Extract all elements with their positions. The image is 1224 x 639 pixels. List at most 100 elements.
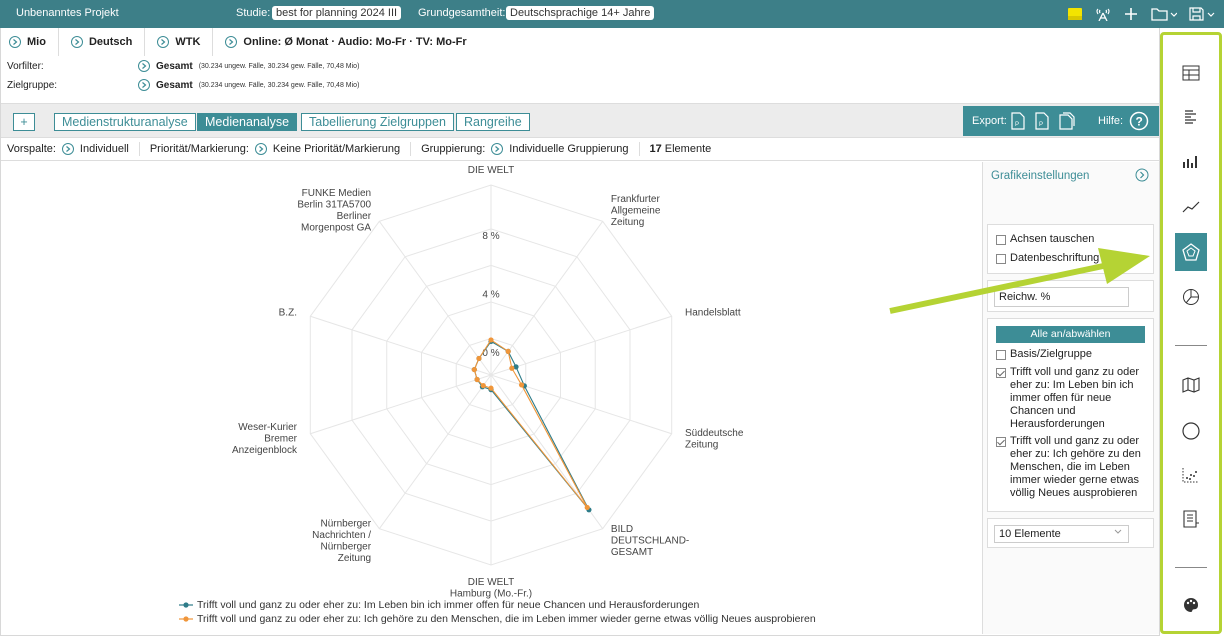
data-point [488, 385, 494, 391]
settings-row: Mio Deutsch WTK Online: Ø Monat · Audio:… [1, 28, 1159, 56]
table-icon[interactable] [1163, 53, 1219, 93]
wtk-value: WTK [175, 36, 201, 48]
axes-swap-checkbox[interactable]: Achsen tauschen [996, 233, 1145, 246]
chart-type-sidebar [1160, 32, 1222, 634]
data-labels-checkbox[interactable]: Datenbeschriftung [996, 252, 1145, 265]
broadcast-icon[interactable] [1094, 5, 1112, 23]
period-selector[interactable]: Online: Ø Monat · Audio: Mo-Fr · TV: Mo-… [213, 28, 478, 56]
plus-icon[interactable] [1122, 5, 1140, 23]
top-bar: Unbenanntes Projekt Studie: best for pla… [0, 0, 1224, 28]
chevron-right-icon [254, 143, 267, 155]
vorspalte-label: Vorspalte: [7, 143, 56, 155]
analysis-toolbar: + Medienstrukturanalyse Medienanalyse Ta… [1, 103, 1159, 137]
population-label: Grundgesamtheit: [418, 7, 506, 19]
data-point [584, 504, 590, 511]
category-label: Handelsblatt [685, 307, 741, 318]
settings-title: Grafikeinstellungen [991, 170, 1090, 182]
vorspalte-value: Individuell [79, 143, 129, 155]
vorspalte-selector[interactable]: Vorspalte: Individuell [1, 142, 140, 156]
checkbox[interactable] [996, 350, 1006, 360]
pie-chart-icon[interactable] [1163, 277, 1219, 317]
data-point [474, 376, 480, 383]
legend-item[interactable]: Trifft voll und ganz zu oder eher zu: Ic… [179, 612, 816, 626]
checkbox[interactable] [996, 235, 1006, 245]
chevron-right-icon [9, 36, 21, 48]
elements-box: 10 Elemente [987, 518, 1154, 548]
toggle-all-button[interactable]: Alle an/abwählen [996, 326, 1145, 343]
divider [1175, 345, 1207, 346]
note-icon[interactable] [1066, 5, 1084, 23]
grouping-selector[interactable]: Gruppierung: Individuelle Gruppierung [411, 142, 640, 156]
export-panel: Export: P P Hilfe: ? [963, 106, 1159, 136]
unit-selector[interactable]: Mio [1, 28, 59, 56]
checkbox[interactable] [996, 254, 1006, 264]
palette-icon[interactable] [1163, 585, 1219, 625]
tab-rangreihe[interactable]: Rangreihe [456, 113, 530, 131]
zielgruppe-row: Zielgruppe: Gesamt (30.234 ungew. Fälle, … [1, 78, 1159, 94]
series-option[interactable]: Trifft voll und ganz zu oder eher zu: Im… [996, 366, 1145, 431]
language-selector[interactable]: Deutsch [59, 28, 146, 56]
population-chip[interactable]: Deutschsprachige 14+ Jahre [506, 6, 655, 20]
elements-number: 17 [649, 143, 662, 155]
zielgruppe-label: Zielgruppe: [7, 80, 58, 91]
svg-text:P: P [1039, 122, 1043, 128]
zielgruppe-detail: (30.234 ungew. Fälle, 30.234 gew. Fälle,… [198, 81, 360, 89]
category-label: Süddeutsche Zeitung [685, 428, 744, 451]
data-point [471, 366, 477, 373]
zielgruppe-selector[interactable]: Gesamt (30.234 ungew. Fälle, 30.234 gew. … [138, 79, 359, 91]
grid-spoke [378, 220, 492, 376]
export-png-icon[interactable]: P [1011, 112, 1025, 133]
line-chart-icon[interactable] [1163, 187, 1219, 227]
svg-text:?: ? [1136, 115, 1143, 129]
bar-chart-icon[interactable] [1163, 141, 1219, 181]
category-label: DIE WELT Hamburg (Mo.-Fr.) [450, 577, 532, 600]
legend-label: Trifft voll und ganz zu oder eher zu: Ic… [197, 613, 816, 625]
data-point [505, 348, 511, 354]
circle-icon[interactable] [1163, 411, 1219, 451]
measure-select[interactable]: Reichw. % [994, 287, 1129, 307]
checkbox[interactable] [996, 368, 1006, 378]
vorfilter-selector[interactable]: Gesamt (30.234 ungew. Fälle, 30.234 gew. … [138, 60, 359, 72]
text-list-icon[interactable] [1163, 97, 1219, 137]
series-option[interactable]: Basis/Zielgruppe [996, 348, 1145, 361]
unit-value: Mio [27, 36, 46, 48]
grid-spoke [490, 374, 672, 435]
map-icon[interactable] [1163, 365, 1219, 405]
help-icon[interactable]: ? [1129, 111, 1149, 134]
elements-select[interactable]: 10 Elemente [994, 525, 1129, 543]
export-pdf-icon[interactable]: P [1035, 112, 1049, 133]
study-chip[interactable]: best for planning 2024 III [272, 6, 402, 20]
radar-chart: 0 %4 %8 %DIE WELTFrankfurter Allgemeine Ze… [232, 165, 744, 600]
chevron-right-icon [138, 60, 150, 72]
main-panel: Mio Deutsch WTK Online: Ø Monat · Audio:… [0, 28, 1160, 636]
checkbox[interactable] [996, 437, 1006, 447]
chevron-right-icon [157, 36, 170, 48]
chevron-down-icon [1114, 527, 1122, 539]
folder-icon[interactable] [1150, 5, 1178, 23]
series-option[interactable]: Trifft voll und ganz zu oder eher zu: Ic… [996, 435, 1145, 500]
chevron-right-icon [491, 143, 504, 155]
project-name[interactable]: Unbenanntes Projekt [16, 7, 119, 19]
add-button[interactable]: + [13, 113, 35, 131]
chevron-right-icon [138, 79, 150, 91]
save-icon[interactable] [1188, 5, 1216, 23]
elements-select-value: 10 Elemente [999, 528, 1061, 540]
legend-item[interactable]: Trifft voll und ganz zu oder eher zu: Im… [179, 598, 816, 612]
tab-tabellierung-zielgruppen[interactable]: Tabellierung Zielgruppen [301, 113, 454, 131]
measure-box: Reichw. % [987, 280, 1154, 312]
scatter-icon[interactable] [1163, 455, 1219, 495]
category-label: BILD DEUTSCHLAND-GESAMT [611, 524, 689, 558]
grid-spoke [310, 374, 492, 435]
priority-selector[interactable]: Priorität/Markierung: Keine Priorität/Mar… [140, 142, 412, 156]
wtk-selector[interactable]: WTK [145, 28, 214, 56]
collapse-icon[interactable] [1135, 168, 1149, 187]
help-label: Hilfe: [1098, 115, 1124, 127]
tab-medienanalyse[interactable]: Medienanalyse [197, 113, 298, 131]
axes-swap-label: Achsen tauschen [1010, 233, 1095, 245]
tab-medienstrukturanalyse[interactable]: Medienstrukturanalyse [54, 113, 196, 131]
export-file-icon[interactable] [1059, 112, 1075, 133]
category-label: Frankfurter Allgemeine Zeitung [611, 194, 661, 228]
report-icon[interactable] [1163, 499, 1219, 539]
radar-chart-icon[interactable] [1175, 233, 1207, 271]
series-options: Alle an/abwählen Basis/Zielgruppe Trifft… [987, 318, 1154, 512]
